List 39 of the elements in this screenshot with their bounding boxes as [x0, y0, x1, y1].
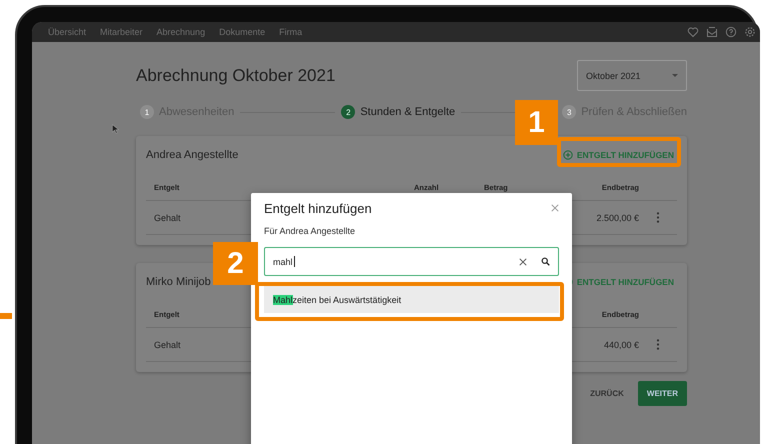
nav-link[interactable]: Abrechnung [156, 27, 206, 37]
callout-edge-marker [0, 313, 12, 319]
step[interactable]: 2 Stunden & Entgelte [341, 105, 456, 119]
clear-icon[interactable] [519, 258, 527, 266]
dialog-subtitle: Für Andrea Angestellte [264, 226, 356, 236]
back-button[interactable]: ZURÜCK [588, 383, 626, 404]
month-select[interactable]: Oktober 2021 [577, 60, 687, 91]
table-cell: 440,00 € [604, 340, 639, 350]
more-icon[interactable] [656, 339, 660, 350]
search-field[interactable]: mahl [264, 247, 559, 276]
step-number: 2 [341, 105, 356, 119]
more-icon[interactable] [656, 212, 660, 223]
step-label: Stunden & Entgelte [360, 106, 456, 118]
add-circle-icon [562, 150, 573, 160]
table-cell-text: Gehalt [153, 212, 182, 222]
table-cell: 2.500,00 € [596, 212, 639, 222]
employee-name: Mirko Minijob [146, 276, 211, 288]
step-number: 3 [562, 105, 576, 119]
help-icon[interactable] [725, 26, 737, 38]
table-cell-text: Gehalt [153, 340, 182, 350]
heart-icon[interactable] [687, 26, 699, 38]
nav-link[interactable]: Mitarbeiter [100, 27, 143, 37]
settings-icon[interactable] [744, 26, 756, 38]
add-entgelt-button[interactable]: ENTGELT HINZUFÜGEN [560, 148, 677, 162]
mouse-pointer-icon [112, 124, 119, 134]
page-title: Abrechnung Oktober 2021 [136, 66, 336, 86]
nav-link[interactable]: Firma [279, 27, 302, 37]
mail-icon[interactable] [706, 26, 718, 38]
employee-name: Andrea Angestellte [146, 149, 238, 161]
callout-number: 2 [213, 242, 258, 285]
dialog-title: Entgelt hinzufügen [264, 200, 372, 216]
nav-link[interactable]: Dokumente [219, 27, 266, 37]
search-icon[interactable] [541, 257, 550, 266]
caret-icon [672, 74, 678, 77]
nav-link[interactable]: Übersicht [48, 27, 86, 37]
next-button[interactable]: WEITER [638, 381, 687, 406]
callout-number: 1 [515, 100, 558, 145]
close-icon[interactable] [551, 204, 559, 212]
step-number: 1 [140, 105, 154, 119]
